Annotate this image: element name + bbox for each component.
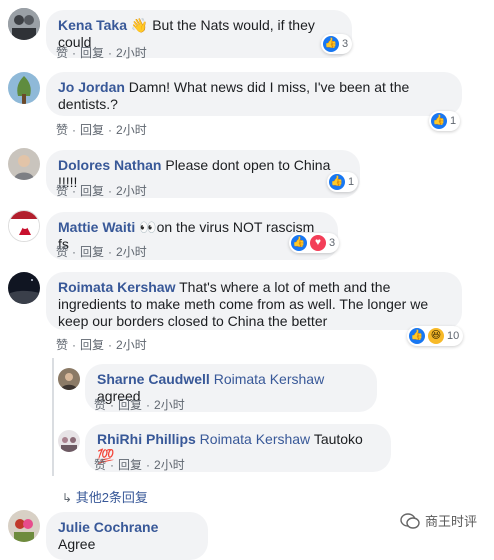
love-reaction-icon: ♥ [310, 235, 326, 251]
reply-link[interactable]: 回复 [118, 458, 142, 472]
reaction-count-badge[interactable]: 👍 😆 10 [407, 326, 464, 346]
reply-link[interactable]: 回复 [80, 123, 104, 137]
like-reaction-icon: 👍 [323, 36, 339, 52]
like-reaction-icon: 👍 [329, 174, 345, 190]
thread-connector-line [52, 358, 54, 476]
reply-link[interactable]: 回复 [118, 398, 142, 412]
reaction-count: 3 [342, 38, 349, 50]
comment-actions: 赞 · 回复 · 2小时 [56, 123, 147, 137]
timestamp[interactable]: 2小时 [116, 245, 147, 259]
avatar-julie-cochrane[interactable] [8, 510, 40, 542]
reaction-count: 10 [447, 330, 460, 342]
comment-bubble: Roimata Kershaw That's where a lot of me… [46, 272, 462, 330]
reply-actions: 赞 · 回复 · 2小时 [94, 458, 185, 472]
commenter-name[interactable]: Julie Cochrane [58, 519, 158, 535]
more-replies-link[interactable]: ↳ 其他2条回复 [62, 487, 148, 506]
timestamp[interactable]: 2小时 [116, 46, 147, 60]
comment-bubble: Julie Cochrane Agree [46, 512, 208, 560]
watermark-text: 商王时评 [425, 514, 478, 529]
like-link[interactable]: 赞 [56, 184, 68, 198]
commenter-name[interactable]: Jo Jordan [58, 79, 125, 95]
comment-actions: 赞 · 回复 · 2小时 [56, 46, 147, 60]
reply-link[interactable]: 回复 [80, 338, 104, 352]
wave-emoji: 👋 [130, 17, 149, 33]
mention-link[interactable]: Roimata Kershaw [214, 371, 325, 387]
reply-arrow-icon: ↳ [62, 491, 73, 505]
avatar-mattie-waiti[interactable] [8, 210, 40, 242]
comment-text: Agree [58, 536, 96, 552]
haha-reaction-icon: 😆 [428, 328, 444, 344]
comment-actions: 赞 · 回复 · 2小时 [56, 184, 147, 198]
comment-actions: 赞 · 回复 · 2小时 [56, 338, 147, 352]
comment-actions: 赞 · 回复 · 2小时 [56, 245, 147, 259]
like-reaction-icon: 👍 [409, 328, 425, 344]
avatar-sharne-caudwell[interactable] [58, 368, 80, 390]
commenter-name[interactable]: Dolores Nathan [58, 157, 161, 173]
like-link[interactable]: 赞 [56, 338, 68, 352]
like-reaction-icon: 👍 [431, 113, 447, 129]
like-link[interactable]: 赞 [56, 46, 68, 60]
commenter-name[interactable]: Mattie Waiti [58, 219, 135, 235]
reaction-count-badge[interactable]: 👍 1 [429, 111, 461, 131]
reaction-count-badge[interactable]: 👍 3 [321, 34, 353, 54]
like-reaction-icon: 👍 [291, 235, 307, 251]
avatar-jo-jordan[interactable] [8, 72, 40, 104]
reaction-count-badge[interactable]: 👍 ♥ 3 [289, 233, 340, 253]
like-link[interactable]: 赞 [56, 123, 68, 137]
timestamp[interactable]: 2小时 [116, 184, 147, 198]
reply-link[interactable]: 回复 [80, 46, 104, 60]
reaction-count: 1 [450, 115, 457, 127]
commenter-name[interactable]: Kena Taka [58, 17, 127, 33]
commenter-name[interactable]: Roimata Kershaw [58, 279, 175, 295]
reply-text: Tautoko [313, 431, 363, 447]
like-link[interactable]: 赞 [94, 458, 106, 472]
comment-bubble: Jo Jordan Damn! What news did I miss, I'… [46, 72, 462, 116]
commenter-name[interactable]: RhiRhi Phillips [97, 431, 196, 447]
timestamp[interactable]: 2小时 [116, 123, 147, 137]
like-link[interactable]: 赞 [56, 245, 68, 259]
watermark: 商王时评 [400, 511, 477, 530]
mention-link[interactable]: Roimata Kershaw [200, 431, 311, 447]
reaction-count: 3 [329, 237, 336, 249]
reply-link[interactable]: 回复 [80, 184, 104, 198]
eyes-emoji: 👀 [139, 219, 157, 235]
more-replies-label: 其他2条回复 [75, 490, 148, 505]
like-link[interactable]: 赞 [94, 398, 106, 412]
reaction-count-badge[interactable]: 👍 1 [327, 172, 359, 192]
avatar-rhirhi-phillips[interactable] [58, 430, 80, 452]
reply-link[interactable]: 回复 [80, 245, 104, 259]
reply-actions: 赞 · 回复 · 2小时 [94, 398, 185, 412]
timestamp[interactable]: 2小时 [154, 458, 185, 472]
reaction-count: 1 [348, 176, 355, 188]
wechat-icon [400, 512, 420, 529]
avatar-dolores-nathan[interactable] [8, 148, 40, 180]
timestamp[interactable]: 2小时 [116, 338, 147, 352]
timestamp[interactable]: 2小时 [154, 398, 185, 412]
avatar-kena-taka[interactable] [8, 8, 40, 40]
commenter-name[interactable]: Sharne Caudwell [97, 371, 210, 387]
avatar-roimata-kershaw[interactable] [8, 272, 40, 304]
